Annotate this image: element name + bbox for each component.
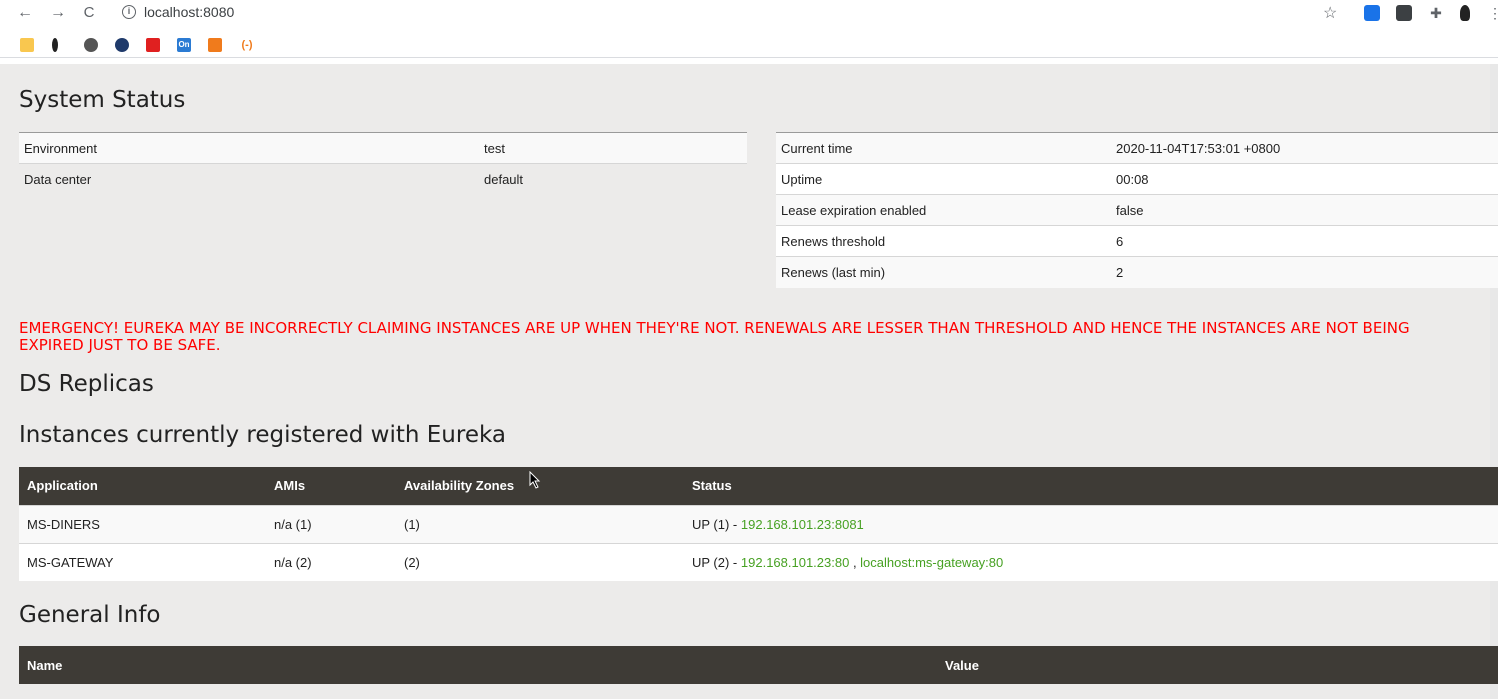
table-value: test bbox=[479, 132, 747, 164]
table-value: default bbox=[479, 163, 747, 195]
bookmark-icon[interactable]: (-) bbox=[240, 38, 254, 52]
ds-replicas-title: DS Replicas bbox=[19, 371, 154, 397]
bookmark-icon[interactable] bbox=[115, 38, 129, 52]
bookmark-icon[interactable]: On bbox=[177, 38, 191, 52]
instances-table: Application AMIs Availability Zones Stat… bbox=[19, 467, 1498, 581]
bookmark-icon[interactable] bbox=[208, 38, 222, 52]
status-cell: UP (2) - 192.168.101.23:80 , localhost:m… bbox=[684, 542, 1498, 581]
table-row: Renews threshold 6 bbox=[776, 225, 1498, 257]
table-row: Data center default bbox=[19, 163, 747, 195]
application-name: MS-DINERS bbox=[19, 504, 266, 543]
table-row: Renews (last min) 2 bbox=[776, 256, 1498, 288]
table-row: Uptime 00:08 bbox=[776, 163, 1498, 195]
table-key: Uptime bbox=[776, 163, 1111, 195]
table-value: 6 bbox=[1111, 225, 1498, 257]
mouse-cursor-icon bbox=[529, 471, 541, 489]
table-key: Renews (last min) bbox=[776, 256, 1111, 288]
status-cell: UP (1) - 192.168.101.23:8081 bbox=[684, 504, 1498, 543]
table-value: false bbox=[1111, 194, 1498, 226]
profile-icon[interactable] bbox=[1460, 5, 1470, 21]
instance-link[interactable]: 192.168.101.23:8081 bbox=[741, 517, 864, 532]
table-header-row: Application AMIs Availability Zones Stat… bbox=[19, 467, 1498, 505]
environment-table: Environment test Data center default bbox=[19, 132, 747, 195]
folder-icon[interactable] bbox=[20, 38, 34, 52]
table-row: Lease expiration enabled false bbox=[776, 194, 1498, 226]
address-bar[interactable]: i localhost:8080 bbox=[112, 2, 1332, 24]
bookmark-icon[interactable] bbox=[52, 38, 58, 52]
status-text: UP (2) - bbox=[692, 554, 741, 570]
bookmarks-bar: On (-) bbox=[0, 34, 1498, 58]
table-key: Data center bbox=[19, 163, 479, 195]
reload-icon[interactable]: C bbox=[78, 3, 100, 23]
table-key: Lease expiration enabled bbox=[776, 194, 1111, 226]
instance-link[interactable]: 192.168.101.23:80 bbox=[741, 555, 849, 570]
info-icon[interactable]: i bbox=[122, 5, 136, 19]
zones-value: (1) bbox=[396, 504, 684, 543]
general-info-title: General Info bbox=[19, 602, 161, 628]
table-header-row: Name Value bbox=[19, 646, 1498, 684]
status-table: Current time 2020-11-04T17:53:01 +0800 U… bbox=[776, 132, 1498, 288]
extension-icon[interactable] bbox=[1396, 5, 1412, 21]
table-value: 2 bbox=[1111, 256, 1498, 288]
table-value: 2020-11-04T17:53:01 +0800 bbox=[1111, 132, 1498, 164]
general-info-table: Name Value bbox=[19, 646, 1498, 684]
application-name: MS-GATEWAY bbox=[19, 542, 266, 581]
table-row: MS-DINERS n/a (1) (1) UP (1) - 192.168.1… bbox=[19, 504, 1498, 543]
table-value: 00:08 bbox=[1111, 163, 1498, 195]
url-text[interactable]: localhost:8080 bbox=[144, 4, 234, 20]
bookmark-star-icon[interactable]: ☆ bbox=[1323, 3, 1337, 23]
column-header: Application bbox=[19, 467, 266, 505]
amis-value: n/a (1) bbox=[266, 504, 396, 543]
column-header: Status bbox=[684, 467, 1498, 505]
puzzle-icon[interactable]: ✚ bbox=[1428, 5, 1444, 21]
column-header: AMIs bbox=[266, 467, 396, 505]
status-text: UP (1) - bbox=[692, 516, 741, 532]
zones-value: (2) bbox=[396, 542, 684, 581]
instances-title: Instances currently registered with Eure… bbox=[19, 422, 506, 448]
back-icon[interactable]: ← bbox=[14, 3, 36, 23]
emergency-warning: EMERGENCY! EUREKA MAY BE INCORRECTLY CLA… bbox=[19, 319, 1410, 354]
table-key: Environment bbox=[19, 132, 479, 164]
extension-icon[interactable] bbox=[1364, 5, 1380, 21]
table-key: Renews threshold bbox=[776, 225, 1111, 257]
instance-link[interactable]: localhost:ms-gateway:80 bbox=[860, 555, 1003, 570]
column-header: Name bbox=[19, 646, 937, 684]
table-row: Current time 2020-11-04T17:53:01 +0800 bbox=[776, 132, 1498, 164]
menu-icon[interactable]: ⋮ bbox=[1488, 5, 1498, 21]
table-key: Current time bbox=[776, 132, 1111, 164]
bookmark-icon[interactable] bbox=[146, 38, 160, 52]
amis-value: n/a (2) bbox=[266, 542, 396, 581]
link-separator: , bbox=[849, 554, 861, 570]
forward-icon[interactable]: → bbox=[47, 3, 69, 23]
table-row: Environment test bbox=[19, 132, 747, 164]
system-status-title: System Status bbox=[19, 87, 186, 113]
column-header: Value bbox=[937, 646, 1498, 684]
table-row: MS-GATEWAY n/a (2) (2) UP (2) - 192.168.… bbox=[19, 542, 1498, 581]
globe-icon[interactable] bbox=[84, 38, 98, 52]
browser-toolbar: ← → C i localhost:8080 ☆ ✚ ⋮ bbox=[0, 0, 1498, 28]
